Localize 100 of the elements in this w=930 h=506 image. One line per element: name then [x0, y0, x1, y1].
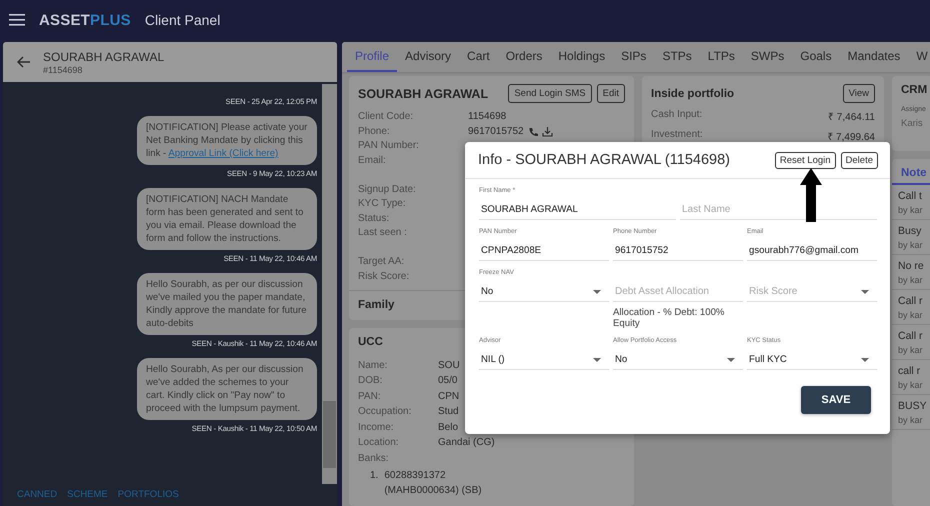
phone-icon: [528, 126, 538, 137]
save-button[interactable]: SAVE: [801, 386, 871, 414]
field-value: ₹ 7,499.64: [827, 131, 875, 143]
card-title: SOURABH AGRAWAL: [358, 86, 488, 100]
brand-logo: ASSETPLUS: [39, 12, 131, 28]
field-label: Occupation:: [358, 406, 412, 418]
field-label: Status:: [358, 212, 390, 225]
tab[interactable]: Goals: [792, 42, 840, 72]
field-value: Stud: [438, 406, 460, 418]
message-bubble: Hello Sourabh, as per our discussion we've mailed you the paper mandate, Kindly approve the mandate for future auto-debits: [137, 273, 317, 335]
field-label: Name:: [358, 360, 388, 372]
note-author: by kar: [898, 415, 924, 425]
action-link[interactable]: PORTFOLIOS: [114, 488, 183, 500]
field-label: PAN:: [358, 390, 382, 403]
tab[interactable]: Holdings: [550, 42, 614, 72]
field-value: Gandai (CG): [438, 437, 496, 450]
contact-name: SOURABH AGRAWAL: [43, 50, 164, 64]
field-label: Risk Score:: [358, 270, 410, 283]
field-value: CPN: [438, 390, 460, 403]
download-icon: [542, 126, 553, 138]
field-label: Signup Date:: [358, 184, 417, 196]
input-field[interactable]: gsourabh776@gmail.com: [747, 237, 877, 261]
field-label: KYC Type:: [358, 198, 407, 210]
note-author: by kar: [898, 240, 924, 250]
note-text: Call r: [898, 295, 924, 307]
bank-detail: 60288391372: [384, 469, 447, 483]
note-author: by kar: [898, 205, 924, 215]
field-value: ₹ 7,464.11: [828, 111, 875, 123]
field-label: Income:: [358, 422, 395, 434]
tab[interactable]: W: [908, 42, 930, 72]
note-author: by kar: [898, 275, 924, 285]
outline-button[interactable]: Reset Login: [774, 152, 836, 168]
tab[interactable]: SIPs: [613, 42, 654, 72]
note-text: Busy: [898, 225, 922, 237]
dropdown-caret-icon: [861, 290, 869, 294]
field-value: SOU: [438, 360, 461, 372]
dropdown[interactable]: Full KYC: [747, 346, 877, 370]
scrollbar[interactable]: [322, 84, 337, 484]
field-label: Email:: [358, 154, 387, 168]
message-bubble: [NOTIFICATION] NACH Mandate form has been generated and sent to you via email. Please download the form and follow the instructions.: [137, 188, 317, 250]
field-label: PAN Number:: [358, 140, 420, 152]
note-author: by kar: [898, 310, 924, 320]
bank-detail: (MAHB0000634) (SB): [384, 484, 482, 498]
outline-button[interactable]: Delete: [840, 152, 878, 168]
message-bubble: Hello Sourabh, As per our discussion we've added the schemes to your cart. Kindly click on "Pay now" to proceed with the lumpsum payment.: [137, 358, 317, 420]
contact-id: #1154698: [43, 64, 84, 74]
pointer-arrow: [799, 167, 823, 223]
dialog-title: Info - SOURABH AGRAWAL (1154698): [478, 152, 730, 168]
dropdown-caret-icon: [727, 358, 735, 362]
tab[interactable]: SWPs: [742, 42, 792, 72]
dropdown[interactable]: Risk Score: [747, 278, 877, 302]
tab[interactable]: Advisory: [397, 42, 460, 72]
field-label: Banks:: [358, 452, 390, 465]
field-label: Location:: [358, 437, 400, 450]
tab[interactable]: Cart: [459, 42, 498, 72]
outline-button[interactable]: View: [842, 84, 875, 103]
note-text: BUSY: [898, 400, 928, 412]
tab[interactable]: Mandates: [840, 42, 908, 72]
dropdown[interactable]: No: [479, 278, 609, 302]
field-value: Belo: [438, 422, 460, 434]
tab[interactable]: Profile: [347, 42, 398, 72]
dropdown[interactable]: No: [613, 346, 743, 370]
note-author: by kar: [898, 380, 924, 390]
field-label: Cash Input:: [651, 109, 702, 122]
field-label: Phone:: [358, 126, 391, 138]
field-label: Client Code:: [358, 111, 414, 124]
app-title: Client Panel: [144, 12, 220, 28]
tab[interactable]: Orders: [498, 42, 550, 72]
card-title: CRM: [901, 84, 928, 96]
outline-button[interactable]: Send Login SMS: [508, 84, 592, 103]
tab[interactable]: LTPs: [700, 42, 743, 72]
scrollbar-thumb[interactable]: [323, 401, 336, 468]
field-label: DOB:: [358, 375, 384, 388]
field-label: Target AA:: [358, 256, 406, 268]
note-author: by kar: [898, 345, 924, 355]
note-text: Call r: [898, 330, 924, 342]
field-value: Karis: [901, 118, 924, 129]
note-text: call r: [898, 365, 922, 377]
input-field[interactable]: Debt Asset Allocation: [613, 278, 743, 302]
back-arrow-icon[interactable]: [17, 56, 31, 68]
tab[interactable]: STPs: [654, 42, 700, 72]
list-number: 1.: [370, 469, 378, 483]
note-text: Call t: [898, 190, 923, 202]
outline-button[interactable]: Edit: [596, 84, 625, 103]
note-text: No re: [898, 260, 925, 272]
action-link[interactable]: CANNED: [13, 488, 62, 500]
menu-icon[interactable]: [9, 14, 25, 26]
field-value: 05/0: [438, 375, 458, 388]
action-link[interactable]: SCHEME: [63, 488, 112, 500]
card-title: Inside portfolio: [651, 88, 734, 100]
tab[interactable]: Note: [892, 159, 930, 185]
field-value: 1154698: [468, 111, 506, 124]
input-field[interactable]: CPNPA2808E: [479, 237, 609, 261]
field-label: Last seen :: [358, 227, 408, 240]
input-field[interactable]: SOURABH AGRAWAL: [479, 196, 676, 220]
field-value: 9617015752: [468, 126, 524, 138]
input-field[interactable]: 9617015752: [613, 237, 743, 261]
card-title: UCC: [358, 336, 383, 348]
message-bubble: [NOTIFICATION] Please activate your Net Banking Mandate by clicking this link - Approval Link (Click here): [137, 116, 317, 165]
dropdown[interactable]: NIL (): [479, 346, 609, 370]
